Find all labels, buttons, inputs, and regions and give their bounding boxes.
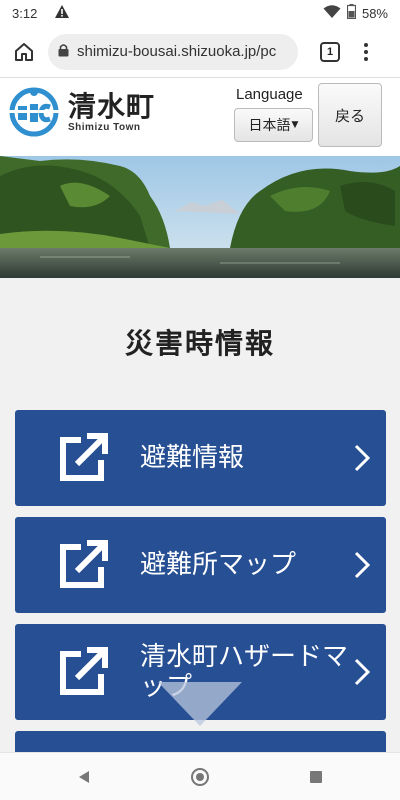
home-button[interactable] [0,26,48,78]
system-navigation-bar [0,752,400,800]
chevron-right-icon [354,658,371,686]
home-circle-icon [191,767,209,786]
nav-back-button[interactable] [26,770,142,784]
site-header: 清水町 Shimizu Town Language 日本語 ▼ 戻る [0,78,400,156]
battery-percent: 58% [361,5,388,21]
chevron-right-icon [354,444,371,472]
nav-recents-button[interactable] [258,770,374,784]
logo-title: 清水町 [68,89,156,123]
chevron-right-icon [354,551,371,579]
language-select[interactable]: 日本語 ▼ [234,108,313,142]
browser-toolbar: shimizu-bousai.shizuoka.jp/pc 1 [0,26,400,78]
logo-subtitle: Shimizu Town [68,121,141,133]
lock-icon [58,42,69,61]
status-time: 3:12 [12,5,38,21]
external-link-icon [60,540,108,588]
link-card-label: 避難情報 [140,443,245,473]
town-emblem-icon [8,87,60,137]
external-link-icon [60,647,108,695]
menu-dot-icon [364,49,368,54]
home-icon [15,42,33,61]
language-label: Language [236,86,303,103]
site-logo[interactable]: 清水町 Shimizu Town [8,86,155,138]
tab-switcher-button[interactable]: 1 [320,41,340,62]
language-selected-value: 日本語 [248,118,291,134]
address-bar[interactable]: shimizu-bousai.shizuoka.jp/pc [48,33,298,70]
section-title: 災害時情報 [124,327,275,360]
menu-dot-icon [364,56,368,61]
status-indicators: 58% [323,4,388,22]
scroll-down-arrow-icon[interactable] [150,680,250,728]
browser-menu-button[interactable] [358,37,374,67]
url-text: shimizu-bousai.shizuoka.jp/pc [77,43,277,60]
back-triangle-icon [79,770,89,783]
link-card-shelter-map[interactable]: 避難所マップ [15,517,386,613]
back-button[interactable]: 戻る [318,83,382,147]
menu-dot-icon [364,42,368,47]
link-card-evacuation-info[interactable]: 避難情報 [15,410,386,506]
warning-icon [55,5,70,21]
link-card-label: 避難所マップ [140,550,297,580]
status-bar: 3:12 58% [0,0,400,26]
nav-home-button[interactable] [142,767,258,787]
hero-image [0,156,400,278]
external-link-icon [60,433,108,481]
battery-icon [346,4,357,22]
wifi-icon [323,4,341,22]
recents-square-icon [310,770,322,783]
caret-down-icon: ▼ [291,120,299,130]
